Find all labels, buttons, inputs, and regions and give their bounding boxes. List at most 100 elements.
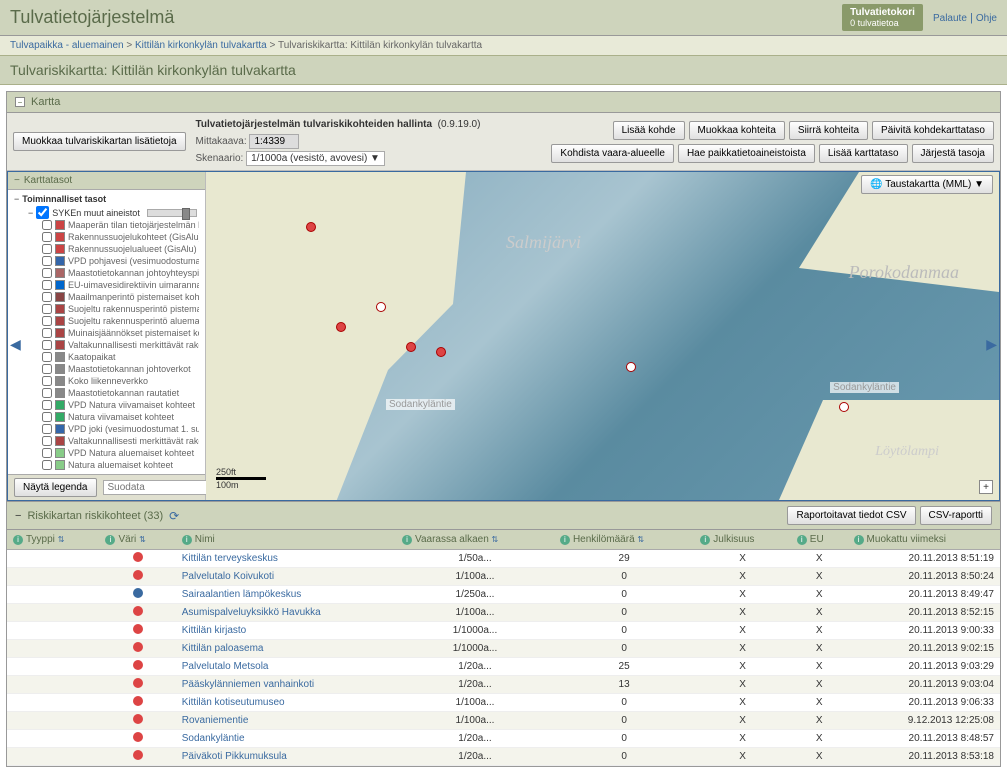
layer-checkbox[interactable]: [42, 412, 52, 422]
layer-item[interactable]: Rakennussuojelualueet (GisAlu): [14, 243, 199, 255]
col-modified[interactable]: iMuokattu viimeksi: [848, 530, 1000, 550]
layer-item[interactable]: Maaperän tilan tietojärjestelmän kohteet…: [14, 219, 199, 231]
edit-settings-button[interactable]: Muokkaa tulvariskikartan lisätietoja: [13, 132, 186, 151]
layer-item[interactable]: Kaatopaikat: [14, 351, 199, 363]
scale-input[interactable]: [249, 134, 299, 149]
risk-name-link[interactable]: Palvelutalo Koivukoti: [182, 571, 274, 582]
basemap-button[interactable]: 🌐 Taustakartta (MML) ▼: [861, 175, 993, 194]
map-marker[interactable]: [406, 342, 416, 352]
layer-checkbox[interactable]: [42, 340, 52, 350]
col-persons[interactable]: iHenkilömäärä ⇅: [554, 530, 694, 550]
layer-item[interactable]: Muinaisjäännökset pistemaiset kohteet: [14, 327, 199, 339]
table-row[interactable]: Kittilän kirjasto1/1000a...0XX20.11.2013…: [7, 622, 1000, 640]
layer-item[interactable]: Maastotietokannan johtoyhteyspisteet: [14, 267, 199, 279]
layer-checkbox[interactable]: [42, 280, 52, 290]
layer-checkbox[interactable]: [42, 460, 52, 470]
layer-checkbox[interactable]: [42, 448, 52, 458]
col-eu[interactable]: iEU: [791, 530, 848, 550]
layer-item[interactable]: Valtakunnallisesti merkittävät rakennetu…: [14, 339, 199, 351]
map-canvas[interactable]: Salmijärvi Porokodanmaa Löytölampi Sodan…: [206, 172, 999, 500]
map-marker[interactable]: [376, 302, 386, 312]
breadcrumb-2[interactable]: Kittilän kirkonkylän tulvakartta: [135, 40, 267, 51]
map-panel-header[interactable]: − Kartta: [7, 92, 1000, 113]
map-marker[interactable]: [306, 222, 316, 232]
layer-checkbox[interactable]: [42, 256, 52, 266]
layer-checkbox[interactable]: [42, 316, 52, 326]
table-row[interactable]: Kittilän kotiseutumuseo1/100a...0XX20.11…: [7, 694, 1000, 712]
table-row[interactable]: Palvelutalo Metsola1/20a...25XX20.11.201…: [7, 658, 1000, 676]
layer-checkbox[interactable]: [42, 292, 52, 302]
collapse-icon[interactable]: −: [14, 194, 19, 204]
edit-targets-button[interactable]: Muokkaa kohteita: [689, 121, 785, 140]
csv-report-2-button[interactable]: CSV-raportti: [920, 506, 992, 525]
risk-name-link[interactable]: Kittilän kotiseutumuseo: [182, 697, 285, 708]
col-danger[interactable]: iVaarassa alkaen ⇅: [396, 530, 554, 550]
table-row[interactable]: Sairaalantien lämpökeskus1/250a...0XX20.…: [7, 586, 1000, 604]
collapse-icon[interactable]: −: [15, 97, 25, 107]
show-legend-button[interactable]: Näytä legenda: [14, 478, 97, 497]
layer-item[interactable]: Koko liikenneverkko: [14, 375, 199, 387]
col-public[interactable]: iJulkisuus: [694, 530, 791, 550]
map-marker[interactable]: [626, 362, 636, 372]
risk-name-link[interactable]: Sairaalantien lämpökeskus: [182, 589, 302, 600]
layer-checkbox[interactable]: [42, 400, 52, 410]
col-name[interactable]: iNimi: [176, 530, 396, 550]
table-row[interactable]: Rovaniementie1/100a...0XX9.12.2013 12:25…: [7, 712, 1000, 730]
layer-item[interactable]: Valtakunnallisesti merkittävät rakennetu…: [14, 435, 199, 447]
layer-checkbox[interactable]: [42, 328, 52, 338]
layer-item[interactable]: EU-uimavesidirektiivin uimarannat: [14, 279, 199, 291]
map-nav-right-icon[interactable]: ▶: [986, 336, 997, 353]
feedback-link[interactable]: Palaute: [933, 13, 967, 24]
layer-panel-header[interactable]: − Karttatasot: [8, 172, 205, 190]
risk-name-link[interactable]: Asumispalveluyksikkö Havukka: [182, 607, 321, 618]
breadcrumb-1[interactable]: Tulvapaikka - aluemainen: [10, 40, 124, 51]
layer-checkbox[interactable]: [36, 206, 49, 219]
map-marker[interactable]: [436, 347, 446, 357]
table-row[interactable]: Palvelutalo Koivukoti1/100a...0XX20.11.2…: [7, 568, 1000, 586]
layer-item[interactable]: Suojeltu rakennusperintö aluemaiset koht…: [14, 315, 199, 327]
layer-item[interactable]: VPD Natura viivamaiset kohteet: [14, 399, 199, 411]
risk-name-link[interactable]: Pääskylänniemen vanhainkoti: [182, 679, 314, 690]
layer-item[interactable]: Rakennussuojelukohteet (GisAlu): [14, 231, 199, 243]
collapse-icon[interactable]: −: [15, 510, 21, 522]
map-marker[interactable]: [336, 322, 346, 332]
table-row[interactable]: Pääskylänniemen vanhainkoti1/20a...13XX2…: [7, 676, 1000, 694]
collapse-icon[interactable]: −: [14, 175, 20, 186]
risk-zone-button[interactable]: Kohdista vaara-alueelle: [551, 144, 674, 163]
layer-item[interactable]: Natura viivamaiset kohteet: [14, 411, 199, 423]
layer-item[interactable]: Maastotietokannan rautatiet: [14, 387, 199, 399]
help-link[interactable]: Ohje: [976, 13, 997, 24]
table-row[interactable]: Asumispalveluyksikkö Havukka1/100a...0XX…: [7, 604, 1000, 622]
col-color[interactable]: iVäri ⇅: [99, 530, 175, 550]
risk-name-link[interactable]: Päiväkoti Pikkumuksula: [182, 751, 287, 762]
layer-checkbox[interactable]: [42, 244, 52, 254]
opacity-slider[interactable]: [147, 209, 197, 217]
layer-checkbox[interactable]: [42, 436, 52, 446]
layer-checkbox[interactable]: [42, 352, 52, 362]
table-row[interactable]: Sodankyläntie1/20a...0XX20.11.2013 8:48:…: [7, 730, 1000, 748]
layer-item[interactable]: VPD pohjavesi (vesimuodostumat 1. suunn: [14, 255, 199, 267]
layer-checkbox[interactable]: [42, 376, 52, 386]
update-targets-button[interactable]: Päivitä kohdekarttataso: [872, 121, 994, 140]
layer-checkbox[interactable]: [42, 232, 52, 242]
layer-item[interactable]: Maailmanperintö pistemaiset kohteet: [14, 291, 199, 303]
risk-name-link[interactable]: Kittilän terveyskeskus: [182, 553, 278, 564]
col-type[interactable]: iTyyppi ⇅: [7, 530, 99, 550]
map-marker[interactable]: [839, 402, 849, 412]
layer-checkbox[interactable]: [42, 424, 52, 434]
layer-item[interactable]: Natura aluemaiset kohteet: [14, 459, 199, 471]
move-targets-button[interactable]: Siirrä kohteita: [789, 121, 868, 140]
table-row[interactable]: Päiväkoti Pikkumuksula1/20a...0XX20.11.2…: [7, 748, 1000, 766]
add-target-button[interactable]: Lisää kohde: [613, 121, 685, 140]
add-layer-button[interactable]: Lisää karttataso: [819, 144, 908, 163]
basket-widget[interactable]: Tulvatietokori 0 tulvatietoa: [842, 4, 923, 31]
table-row[interactable]: Kittilän paloasema1/1000a...0XX20.11.201…: [7, 640, 1000, 658]
csv-report-1-button[interactable]: Raportoitavat tiedot CSV: [787, 506, 915, 525]
map-nav-left-icon[interactable]: ◀: [10, 336, 21, 353]
layer-tree[interactable]: − Toiminnalliset tasot − SYKEn muut aine…: [8, 190, 205, 474]
layer-checkbox[interactable]: [42, 388, 52, 398]
layer-checkbox[interactable]: [42, 304, 52, 314]
layer-item[interactable]: Suojeltu rakennusperintö pistemaiset koh…: [14, 303, 199, 315]
map-zoom-icon[interactable]: +: [979, 480, 993, 494]
collapse-icon[interactable]: −: [28, 208, 33, 218]
